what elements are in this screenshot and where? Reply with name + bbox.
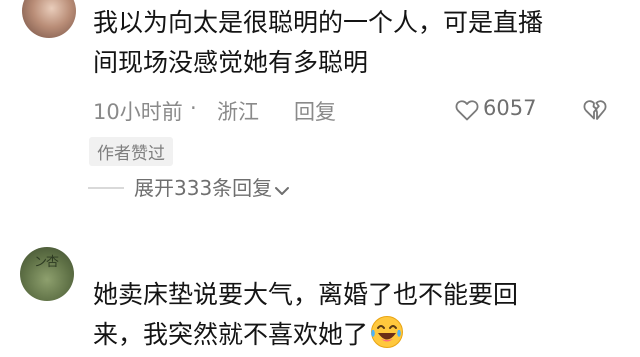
comment-text-line: 间现场没感觉她有多聪明 <box>93 48 369 77</box>
expand-replies-label: 展开333条回复 <box>134 176 273 200</box>
comment-text: 来，我突然就不喜欢她了 <box>93 320 369 349</box>
avatar[interactable] <box>22 0 76 38</box>
broken-heart-icon[interactable] <box>583 99 607 121</box>
meta-separator: · <box>190 96 197 120</box>
heart-outline-icon[interactable] <box>455 99 479 121</box>
avatar[interactable]: ン杏 <box>20 247 74 301</box>
laughing-tears-emoji-icon <box>371 316 404 348</box>
comment-time: 10小时前 <box>93 100 183 124</box>
comment-text-line: 我以为向太是很聪明的一个人，可是直播 <box>93 8 544 37</box>
expand-replies-button[interactable]: 展开333条回复 <box>134 172 290 201</box>
comment-location: 浙江 <box>217 100 259 124</box>
author-liked-badge: 作者赞过 <box>89 137 173 166</box>
comment-text-line: 她卖床垫说要大气，离婚了也不能要回 <box>93 280 519 309</box>
divider <box>88 187 124 189</box>
chevron-down-icon <box>275 187 290 195</box>
avatar-text: ン杏 <box>34 255 59 270</box>
reply-button[interactable]: 回复 <box>294 96 336 126</box>
like-count: 6057 <box>483 96 537 120</box>
comment-text-line: 来，我突然就不喜欢她了 <box>93 315 404 354</box>
